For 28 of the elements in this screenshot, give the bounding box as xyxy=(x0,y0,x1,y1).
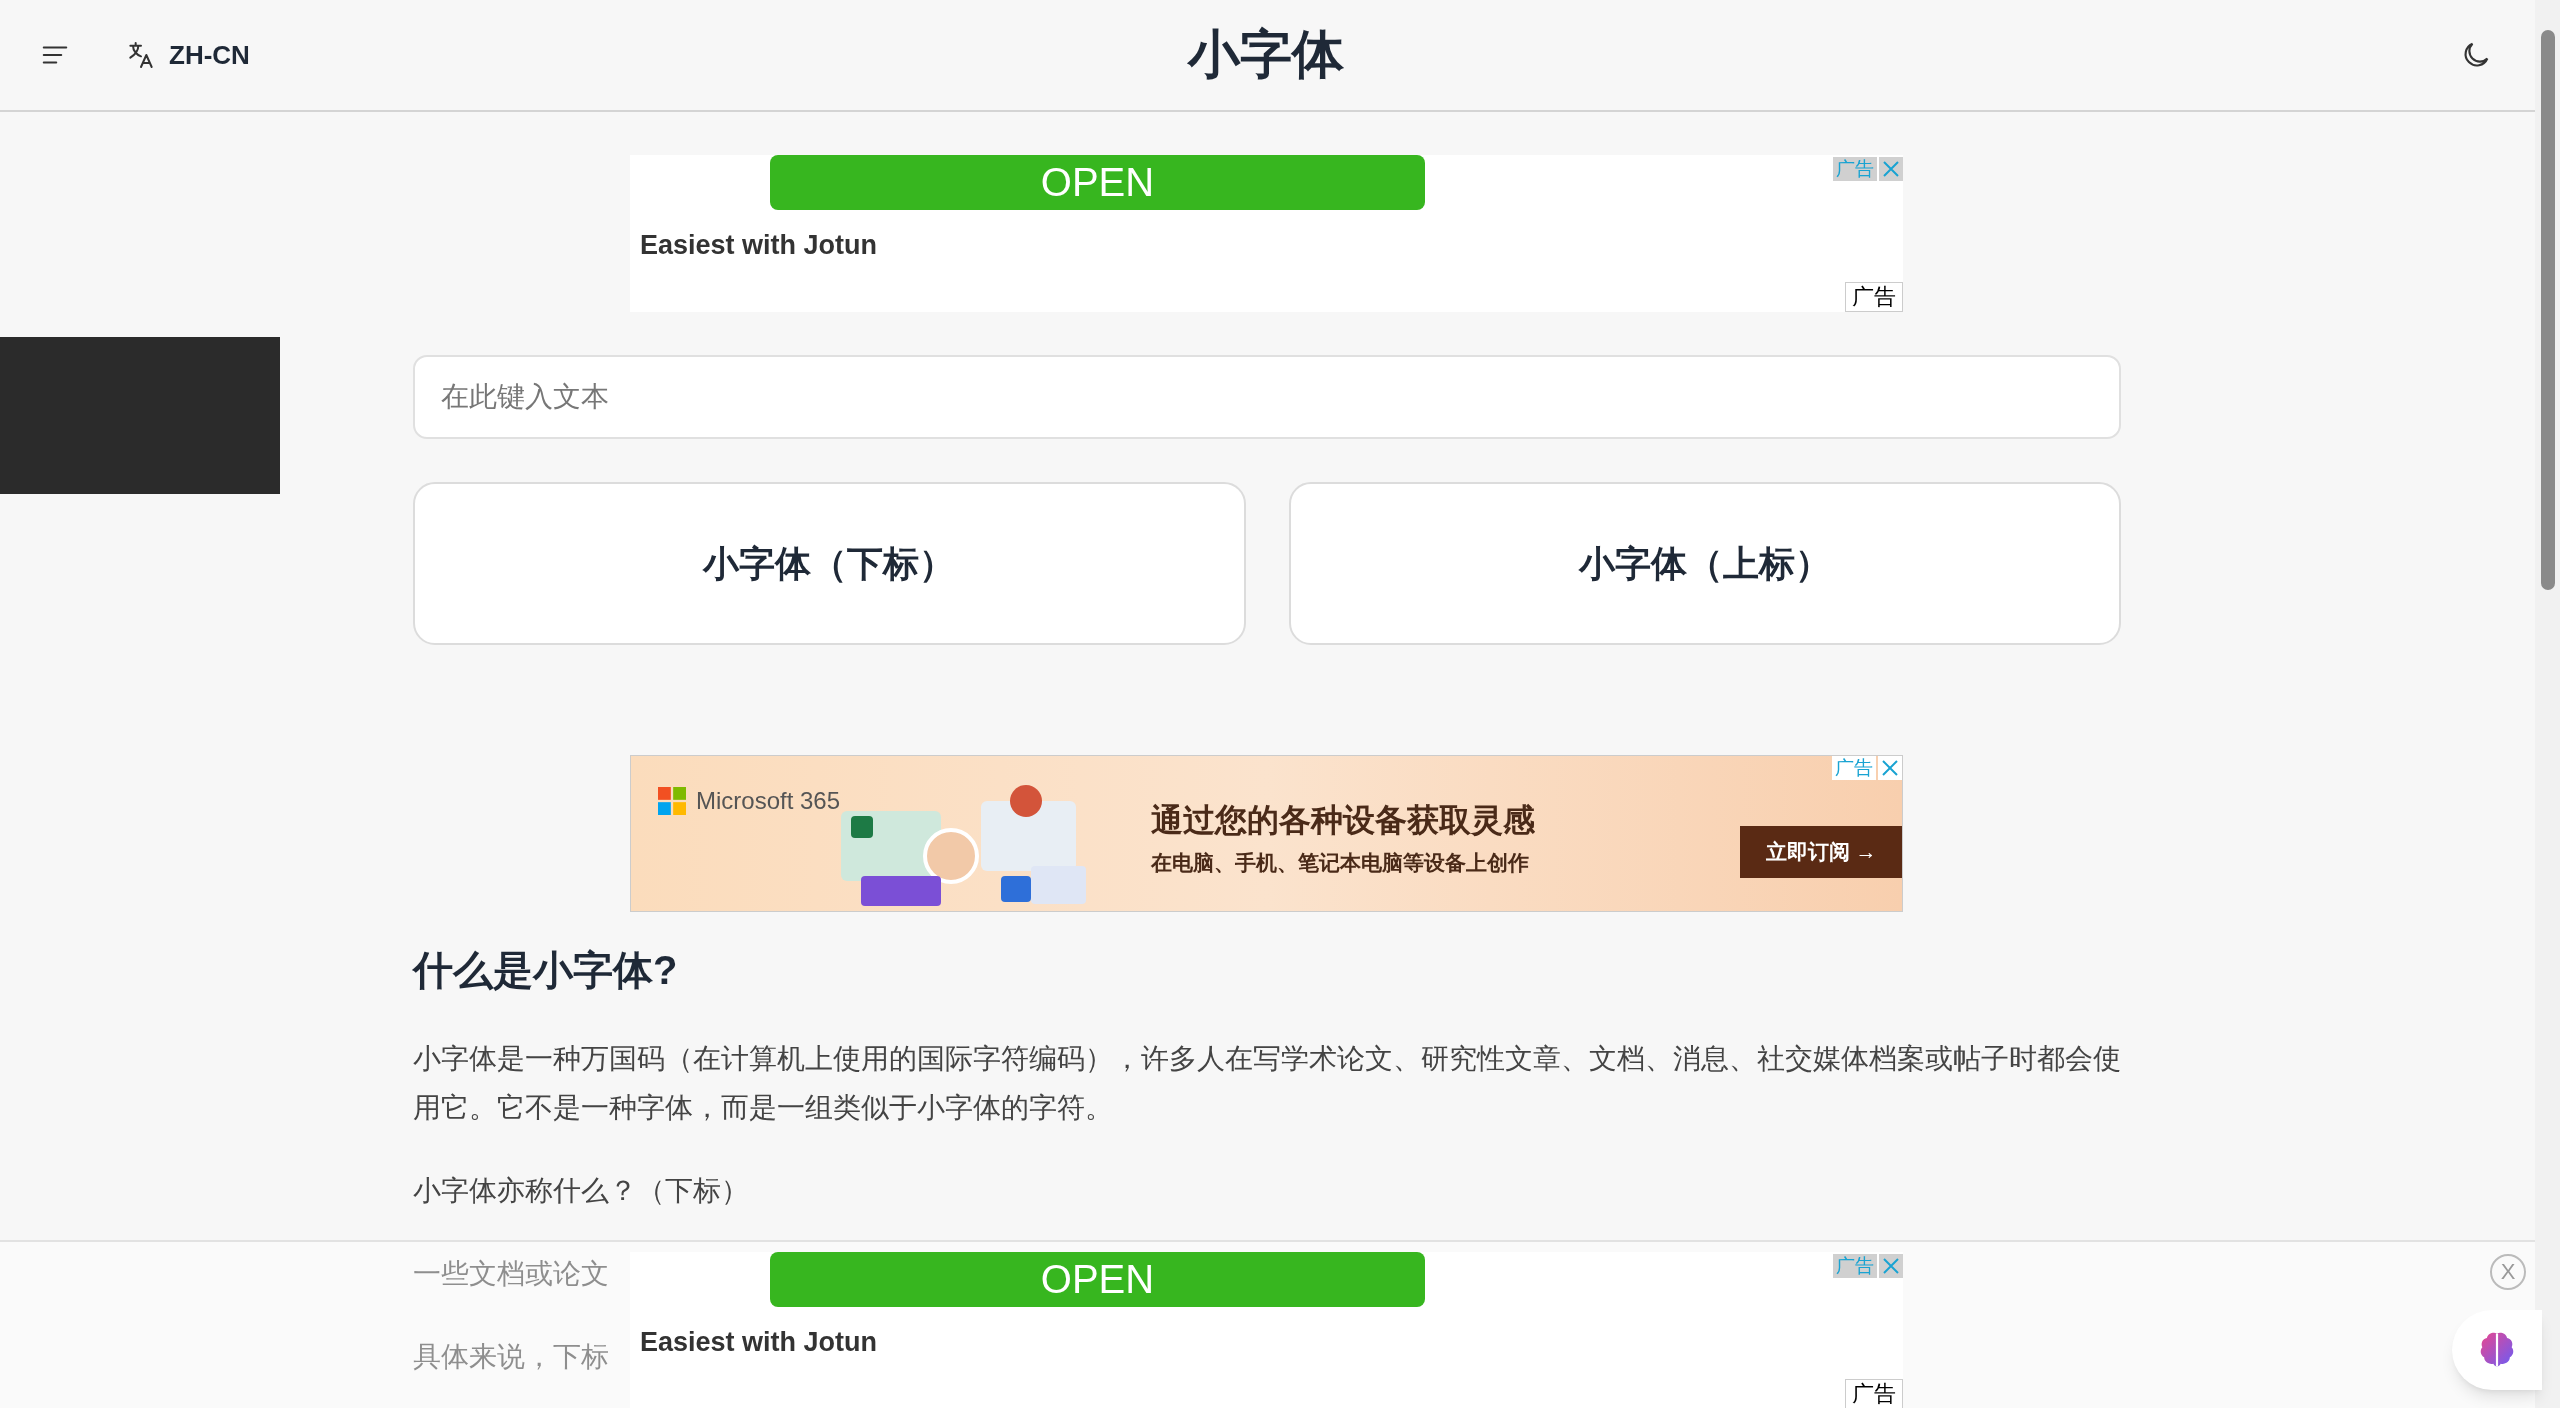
paragraph: 小字体亦称什么？（下标） xyxy=(413,1174,750,1208)
close-icon[interactable] xyxy=(1879,1254,1903,1278)
ad-headline: Easiest with Jotun xyxy=(640,1326,878,1359)
ad-label: 广告 xyxy=(1845,282,1903,312)
close-icon[interactable] xyxy=(1878,756,1902,780)
ad-label: 广告 xyxy=(1833,1254,1877,1278)
text-input-field[interactable]: 在此键入文本 xyxy=(413,355,2121,439)
assistant-button[interactable] xyxy=(2452,1310,2542,1390)
ad-headline: Easiest with Jotun xyxy=(640,229,878,262)
convert-button[interactable]: 小字体（上标） xyxy=(1288,482,2121,645)
paragraph: 具体来说，下标 xyxy=(413,1340,609,1374)
paragraph: 小字体是一种万国码（在计算机上使用的国际字符编码），许多人在写学术论文、研究性文章、文档、消息、社交媒体档案或帖子时都会使用它。它不是一种字体，而是一组类似于小字体的字符。 xyxy=(413,1042,2121,1125)
brand-name: Microsoft 365 xyxy=(696,786,841,816)
ad-label: 广告 xyxy=(1833,157,1877,181)
close-icon[interactable] xyxy=(1879,157,1903,181)
subscribe-button[interactable]: 立即订阅 → xyxy=(1740,826,1902,878)
ad-subline: 在电脑、手机、笔记本电脑等设备上创作 xyxy=(1151,850,1530,876)
convert-button[interactable]: 小字体（下标） xyxy=(413,482,1246,645)
section-heading: 什么是小字体? xyxy=(413,947,679,994)
site-title: 小字体 xyxy=(1188,24,1344,85)
scrollbar[interactable] xyxy=(2535,0,2560,1408)
ad-label: 广告 xyxy=(1832,756,1876,780)
ad-label: 广告 xyxy=(1845,1379,1903,1408)
ad-headline: 通过您的各种设备获取灵感 xyxy=(1151,801,1535,839)
language-button[interactable]: ZH-CN xyxy=(125,35,250,75)
scrollbar-thumb[interactable] xyxy=(2540,30,2555,590)
paragraph: 一些文档或论文 xyxy=(413,1257,609,1291)
windows-logo-icon xyxy=(658,787,686,815)
